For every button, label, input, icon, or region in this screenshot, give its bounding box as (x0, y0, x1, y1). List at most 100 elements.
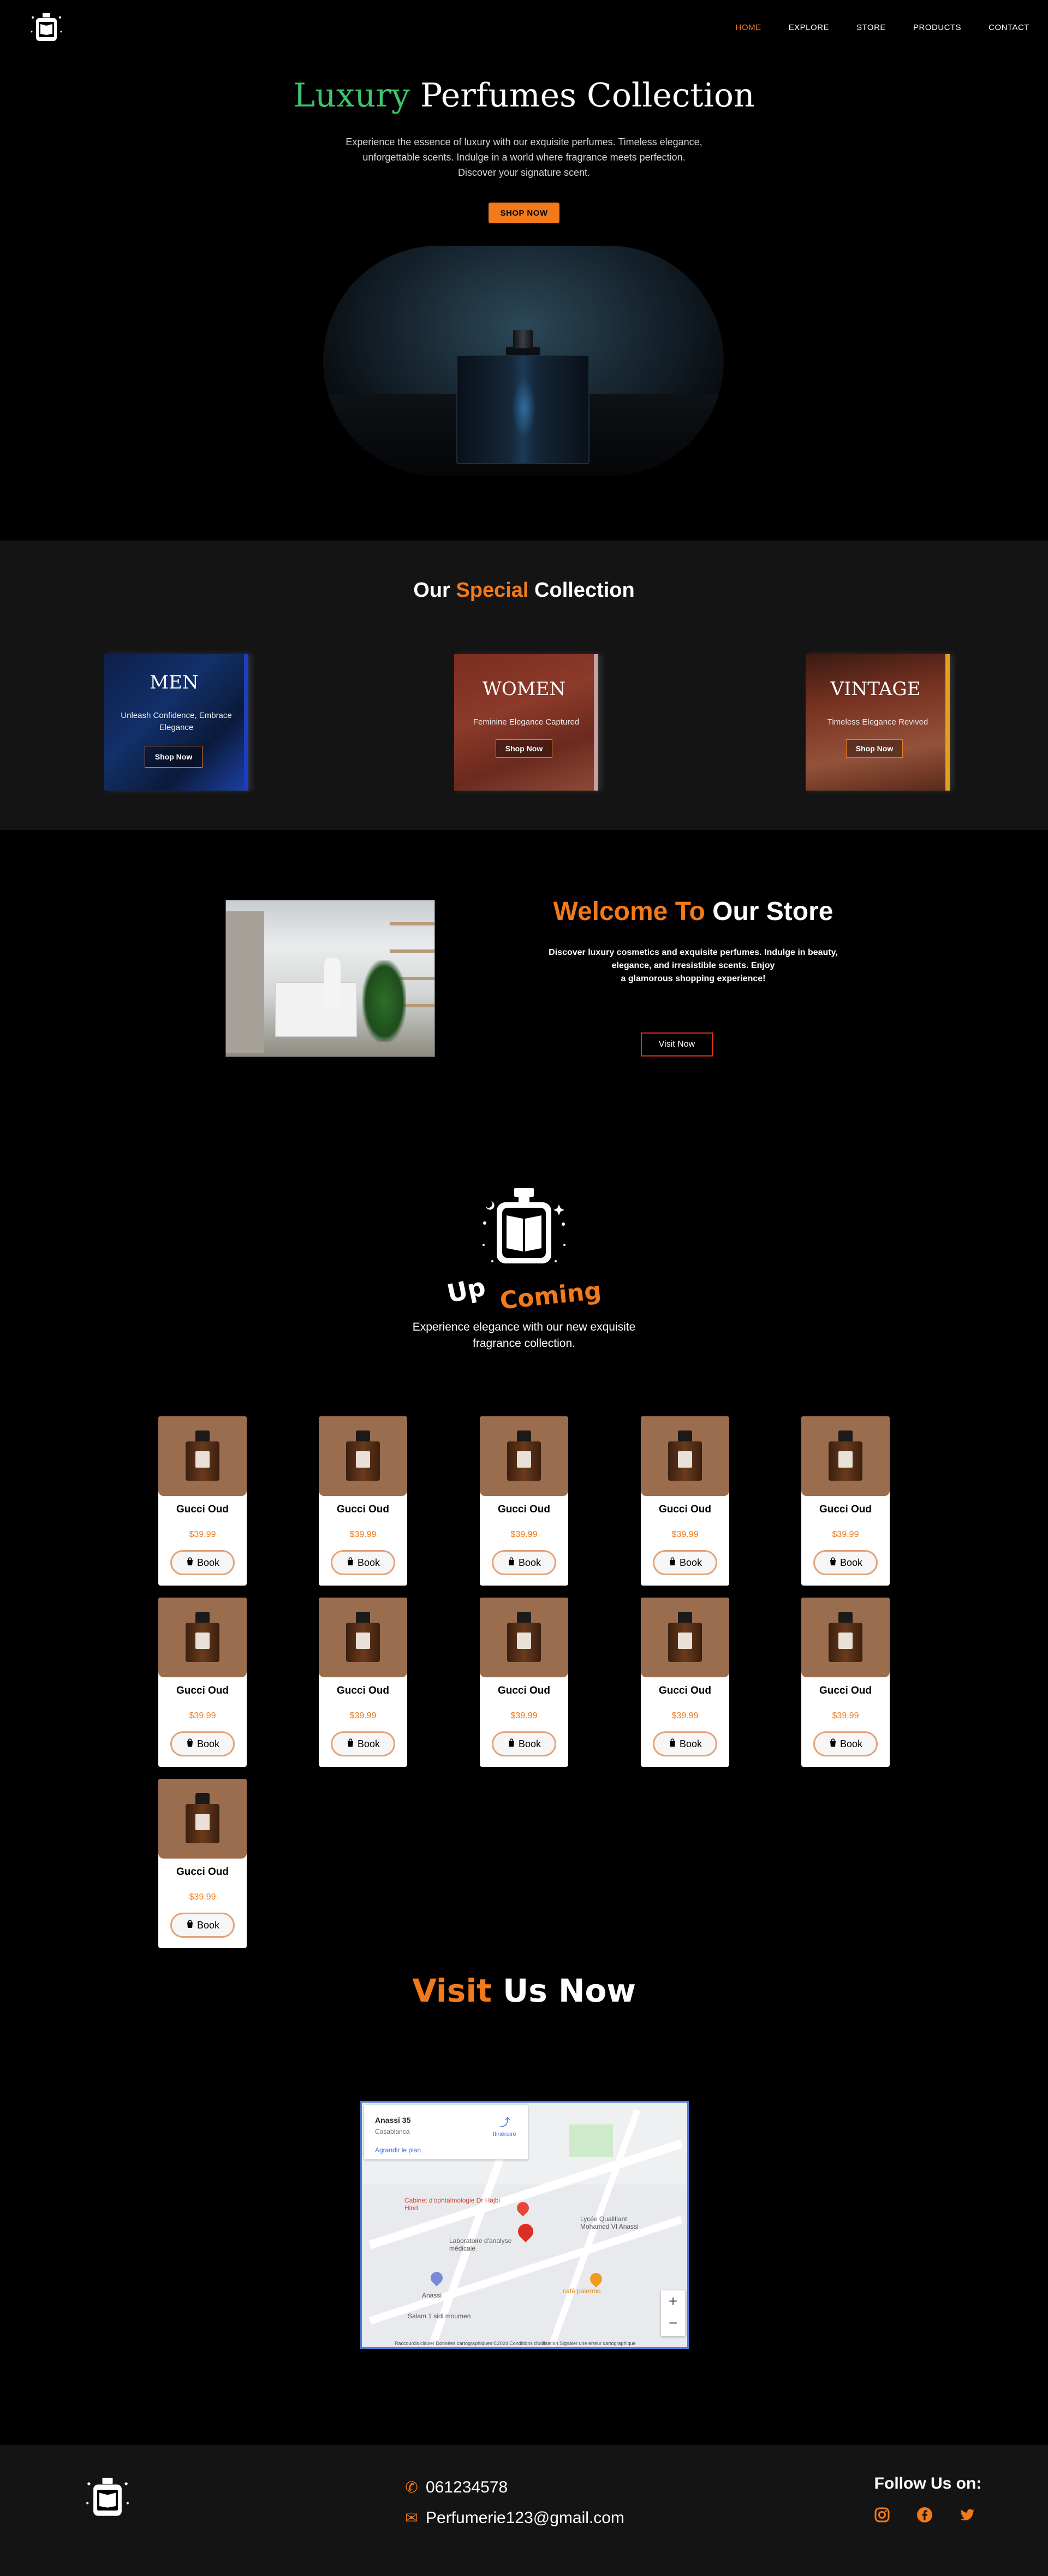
navbar: HOME EXPLORE STORE PRODUCTS CONTACT (0, 0, 1048, 57)
map-enlarge-link[interactable]: Agrandir le plan (375, 2146, 421, 2154)
instagram-icon[interactable] (872, 2505, 892, 2525)
product-price: $39.99 (349, 1711, 377, 1720)
footer-phone[interactable]: 061234578 (426, 2472, 508, 2503)
book-button[interactable]: Book (813, 1550, 878, 1575)
product-card: Gucci Oud $39.99 Book (158, 1416, 247, 1586)
book-button[interactable]: Book (331, 1731, 395, 1756)
nav-explore[interactable]: EXPLORE (789, 23, 829, 32)
shop-now-men-button[interactable]: Shop Now (145, 746, 203, 768)
visit-now-button[interactable]: Visit Now (641, 1032, 713, 1056)
welcome-title: Welcome To Our Store (524, 897, 862, 927)
book-button[interactable]: Book (170, 1913, 235, 1938)
map-directions-link[interactable]: Itinéraire (493, 2131, 516, 2138)
shopping-bag-icon (507, 1738, 516, 1750)
footer: ✆ 061234578 ✉ Perfumerie123@gmail.com Foll… (0, 2445, 1048, 2576)
map-label-lycee: Lycée Qualifiant Mohamed VI Anassi (580, 2215, 639, 2230)
nav-store[interactable]: STORE (856, 23, 886, 32)
product-bottle-label (195, 1633, 210, 1649)
envelope-icon: ✉ (405, 2509, 418, 2526)
product-bottle-label (838, 1451, 853, 1468)
twitter-icon[interactable] (957, 2505, 977, 2525)
upcoming-subtitle: Experience elegance with our new exquisi… (382, 1319, 666, 1352)
book-button[interactable]: Book (331, 1550, 395, 1575)
welcome-text-line: elegance, and irresistible scents. Enjoy (611, 961, 775, 970)
map-label-cafe: café palermo (563, 2287, 601, 2295)
follow-us-label: Follow Us on: (874, 2474, 982, 2492)
card-title: VINTAGE (830, 678, 921, 700)
welcome-title-highlight: Welcome To (553, 897, 705, 926)
card-title: MEN (150, 672, 199, 693)
book-button[interactable]: Book (813, 1731, 878, 1756)
product-image (801, 1598, 890, 1677)
location-map[interactable]: Anassi 35 Casablanca Agrandir le plan ⤴ … (360, 2101, 689, 2349)
nav-home[interactable]: HOME (736, 23, 761, 32)
phone-icon: ✆ (405, 2479, 418, 2496)
perfume-logo-icon[interactable] (83, 2473, 132, 2522)
visit-title-highlight: Visit (412, 1972, 492, 2009)
product-name: Gucci Oud (176, 1866, 229, 1878)
book-button[interactable]: Book (653, 1550, 717, 1575)
visit-title-rest: Us Now (491, 1972, 636, 2009)
book-button-label: Book (196, 1919, 220, 1931)
product-image (158, 1416, 247, 1496)
map-place-card: Anassi 35 Casablanca Agrandir le plan ⤴ … (364, 2105, 528, 2159)
book-button-label: Book (839, 1557, 863, 1568)
map-place-city: Casablanca (375, 2128, 410, 2135)
book-button[interactable]: Book (653, 1731, 717, 1756)
shopping-bag-icon (186, 1557, 194, 1569)
zoom-in-icon[interactable]: + (661, 2290, 685, 2312)
book-button[interactable]: Book (170, 1550, 235, 1575)
product-image (480, 1416, 568, 1496)
product-card: Gucci Oud $39.99 Book (480, 1598, 568, 1767)
product-image (641, 1598, 729, 1677)
product-bottle-cap (517, 1612, 531, 1624)
nav-contact[interactable]: CONTACT (989, 23, 1029, 32)
zoom-out-icon[interactable]: − (661, 2312, 685, 2334)
collection-card-women[interactable]: WOMEN Feminine Elegance Captured Shop No… (454, 654, 598, 791)
map-park (569, 2124, 613, 2157)
book-button[interactable]: Book (170, 1731, 235, 1756)
product-price: $39.99 (510, 1530, 538, 1539)
product-bottle-cap (195, 1612, 210, 1624)
book-button-label: Book (357, 1738, 380, 1749)
book-button[interactable]: Book (492, 1731, 556, 1756)
shop-now-vintage-button[interactable]: Shop Now (846, 739, 903, 758)
product-image (319, 1598, 407, 1677)
product-image (641, 1416, 729, 1496)
perfume-logo-icon[interactable] (28, 10, 64, 46)
hero-title-highlight: Luxury (293, 76, 410, 115)
map-footer: Raccourcis clavier Données cartographiqu… (395, 2341, 636, 2346)
nav-products[interactable]: PRODUCTS (913, 23, 961, 32)
product-bottle-label (356, 1451, 370, 1468)
upcoming-heading: Up Coming (444, 1272, 603, 1315)
directions-icon[interactable]: ⤴ (499, 2114, 513, 2129)
shopping-bag-icon (829, 1738, 837, 1750)
map-zoom-control[interactable]: + − (661, 2290, 685, 2336)
product-name: Gucci Oud (497, 1504, 551, 1515)
welcome-text-line: a glamorous shopping experience! (621, 974, 766, 983)
hero-text-line: Discover your signature scent. (457, 167, 591, 178)
hero-text-line: Experience the essence of luxury with ou… (346, 136, 702, 147)
card-subtitle: Unleash Confidence, Embrace Elegance (121, 711, 232, 732)
shop-now-women-button[interactable]: Shop Now (496, 739, 552, 758)
product-bottle-cap (838, 1612, 853, 1624)
welcome-text: Discover luxury cosmetics and exquisite … (524, 946, 862, 986)
visit-title: Visit Us Now (0, 1972, 1048, 2009)
special-title-pre: Our (413, 579, 456, 602)
store-person (324, 958, 341, 1007)
shop-now-button[interactable]: SHOP NOW (489, 203, 559, 223)
shopping-bag-icon (668, 1738, 677, 1750)
book-button-label: Book (518, 1738, 541, 1749)
product-bottle-cap (356, 1431, 370, 1443)
upcoming-subtitle-line: fragrance collection. (473, 1337, 575, 1350)
product-image (319, 1416, 407, 1496)
collection-card-vintage[interactable]: VINTAGE Timeless Elegance Revived Shop N… (806, 654, 950, 791)
product-price: $39.99 (189, 1530, 216, 1539)
book-button[interactable]: Book (492, 1550, 556, 1575)
collection-card-men[interactable]: MEN Unleash Confidence, Embrace Elegance… (104, 654, 248, 791)
footer-email[interactable]: Perfumerie123@gmail.com (426, 2503, 624, 2533)
facebook-icon[interactable] (915, 2505, 934, 2525)
store-counter (275, 982, 357, 1037)
upcoming-subtitle-line: Experience elegance with our new exquisi… (412, 1321, 636, 1333)
store-shelf (390, 922, 434, 925)
